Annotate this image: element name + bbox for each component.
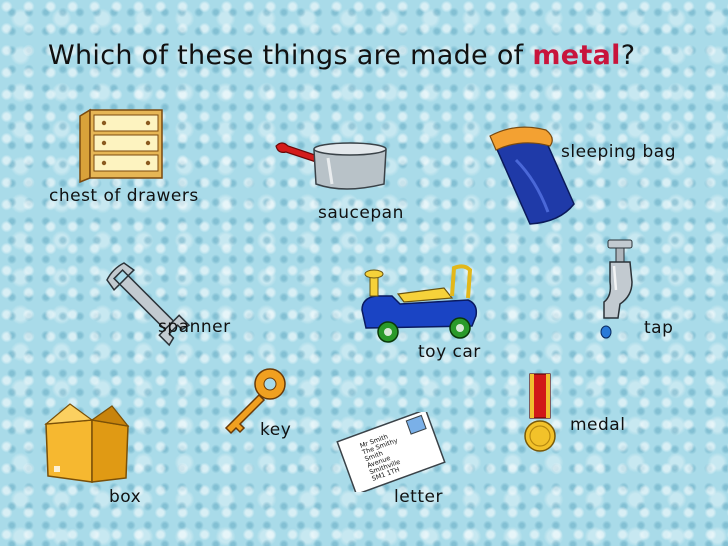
highlight-word: metal — [532, 40, 621, 71]
spanner-icon — [106, 262, 191, 347]
letter-icon: Mr Smith The Smithy Smith Avenue Smithvi… — [336, 412, 446, 492]
label-chest-of-drawers: chest of drawers — [49, 186, 199, 206]
label-spanner: spanner — [158, 317, 231, 337]
question-prefix: Which of these things are made of — [48, 40, 533, 71]
label-medal: medal — [570, 415, 626, 435]
label-letter: letter — [394, 487, 443, 507]
tap-icon — [600, 239, 633, 339]
toy-car-icon — [361, 264, 478, 343]
question-title: Which of these things are made of metal? — [48, 40, 635, 71]
box-icon — [44, 403, 130, 483]
label-toy-car: toy car — [418, 342, 481, 362]
label-box: box — [109, 487, 142, 507]
label-saucepan: saucepan — [318, 203, 404, 223]
label-sleeping-bag: sleeping bag — [561, 142, 676, 162]
question-suffix: ? — [620, 40, 636, 71]
label-key: key — [260, 420, 292, 440]
chest-of-drawers-icon — [79, 108, 163, 184]
medal-icon — [524, 373, 556, 452]
label-tap: tap — [644, 318, 674, 338]
sleeping-bag-icon — [489, 126, 575, 225]
saucepan-icon — [275, 142, 387, 190]
